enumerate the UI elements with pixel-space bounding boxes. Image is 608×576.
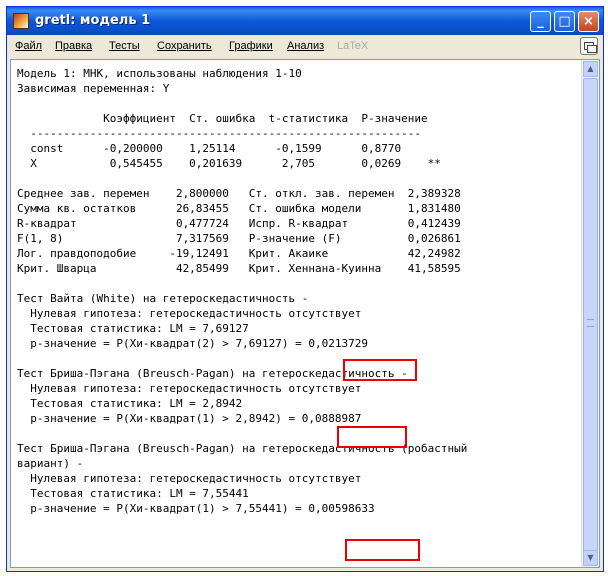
scroll-grip-icon bbox=[587, 319, 594, 327]
vertical-scrollbar[interactable]: ▲ ▼ bbox=[581, 60, 599, 567]
gretl-app-icon[interactable] bbox=[13, 13, 29, 29]
menu-analysis[interactable]: Анализ bbox=[287, 40, 324, 52]
gretl-model-window: gretl: модель 1 _ □ × Файл Правка Тесты … bbox=[6, 6, 604, 572]
menu-bar: Файл Правка Тесты Сохранить Графики Анал… bbox=[7, 35, 603, 57]
output-line: Крит. Шварца 42,85499 Крит. Хеннана-Куин… bbox=[17, 262, 461, 275]
minimize-button[interactable]: _ bbox=[530, 11, 551, 32]
output-line: вариант) - bbox=[17, 457, 84, 470]
output-line: F(1, 8) 7,317569 Р-значение (F) 0,026861 bbox=[17, 232, 461, 245]
output-line: Лог. правдоподобие -19,12491 Крит. Акаик… bbox=[17, 247, 461, 260]
scroll-thumb[interactable] bbox=[583, 78, 598, 564]
output-line: Нулевая гипотеза: гетероскедастичность о… bbox=[17, 382, 362, 395]
scroll-down-arrow-icon[interactable]: ▼ bbox=[583, 550, 598, 566]
output-line: Нулевая гипотеза: гетероскедастичность о… bbox=[17, 307, 362, 320]
output-line: Тестовая статистика: LM = 7,69127 bbox=[17, 322, 249, 335]
output-line: Зависимая переменная: Y bbox=[17, 82, 170, 95]
output-line: Коэффициент Ст. ошибка t-статистика P-зн… bbox=[17, 112, 428, 125]
model-output-text: Модель 1: МНК, использованы наблюдения 1… bbox=[17, 66, 467, 516]
menu-tests[interactable]: Тесты bbox=[109, 40, 140, 52]
model-output-pane[interactable]: Модель 1: МНК, использованы наблюдения 1… bbox=[10, 59, 600, 568]
maximize-button[interactable]: □ bbox=[554, 11, 575, 32]
output-line: Сумма кв. остатков 26,83455 Ст. ошибка м… bbox=[17, 202, 461, 215]
title-bar[interactable]: gretl: модель 1 _ □ × bbox=[7, 7, 603, 35]
output-line: p-значение = P(Хи-квадрат(1) > 7,55441) … bbox=[17, 502, 375, 515]
output-line: Тестовая статистика: LM = 7,55441 bbox=[17, 487, 249, 500]
pvalue-highlight-bp bbox=[337, 426, 407, 448]
menu-latex[interactable]: LaTeX bbox=[337, 40, 368, 52]
window-title: gretl: модель 1 bbox=[35, 13, 151, 28]
output-line: const -0,200000 1,25114 -0,1599 0,8770 bbox=[17, 142, 402, 155]
output-line: Нулевая гипотеза: гетероскедастичность о… bbox=[17, 472, 362, 485]
menu-file[interactable]: Файл bbox=[15, 40, 42, 52]
output-line: p-значение = P(Хи-квадрат(2) > 7,69127) … bbox=[17, 337, 368, 350]
output-line: p-значение = P(Хи-квадрат(1) > 2,8942) =… bbox=[17, 412, 362, 425]
menu-graphs[interactable]: Графики bbox=[229, 40, 273, 52]
output-line: R-квадрат 0,477724 Испр. R-квадрат 0,412… bbox=[17, 217, 461, 230]
close-button[interactable]: × bbox=[578, 11, 599, 32]
output-line: Тест Вайта (White) на гетероскедастичнос… bbox=[17, 292, 309, 305]
menu-save[interactable]: Сохранить bbox=[157, 40, 212, 52]
output-line: Среднее зав. перемен 2,800000 Ст. откл. … bbox=[17, 187, 461, 200]
pvalue-highlight-bp-robust bbox=[345, 539, 420, 561]
output-line: Тестовая статистика: LM = 2,8942 bbox=[17, 397, 243, 410]
pvalue-highlight-white bbox=[343, 359, 417, 381]
output-line: ----------------------------------------… bbox=[17, 127, 421, 140]
menu-edit[interactable]: Правка bbox=[55, 40, 92, 52]
output-line: Модель 1: МНК, использованы наблюдения 1… bbox=[17, 67, 302, 80]
scroll-up-arrow-icon[interactable]: ▲ bbox=[583, 61, 598, 77]
output-line: X 0,545455 0,201639 2,705 0,0269 ** bbox=[17, 157, 441, 170]
copy-window-icon[interactable] bbox=[580, 37, 598, 55]
